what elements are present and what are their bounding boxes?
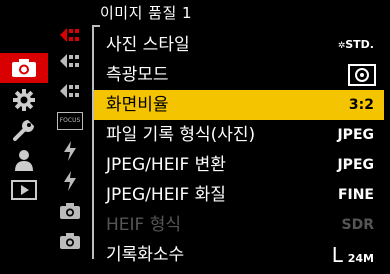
tab-my-menu[interactable] bbox=[0, 145, 48, 175]
main-tab-column bbox=[0, 0, 50, 260]
menu-item-value: JPEG bbox=[337, 127, 374, 143]
camera-small-icon-2 bbox=[60, 233, 80, 249]
menu-item-value: JPEG bbox=[337, 157, 374, 173]
menu-item-photo-style[interactable]: 사진 스타일 ✲STD. bbox=[94, 30, 384, 60]
menu-item-label: JPEG/HEIF 화질 bbox=[106, 185, 226, 205]
sub-tab-camera-2[interactable] bbox=[52, 228, 88, 254]
playback-icon bbox=[11, 180, 37, 200]
menu-item-label: 파일 기록 형식(사진) bbox=[106, 125, 256, 145]
menu-item-value: L 24M bbox=[331, 243, 374, 267]
tab-playback[interactable] bbox=[0, 175, 48, 205]
page-title: 이미지 품질 1 bbox=[100, 4, 193, 22]
menu-item-picture-size[interactable]: 기록화소수 L 24M bbox=[94, 240, 384, 270]
menu-item-label: HEIF 형식 bbox=[106, 215, 182, 235]
menu-item-label: 기록화소수 bbox=[106, 245, 185, 265]
menu-item-value: 3:2 bbox=[348, 97, 374, 113]
image-quality-icon-1 bbox=[60, 28, 79, 42]
menu-item-metering-mode[interactable]: 측광모드 bbox=[94, 60, 384, 90]
tab-photo[interactable] bbox=[0, 53, 48, 83]
sub-tab-image-quality-1[interactable] bbox=[52, 22, 88, 48]
menu-item-label: 화면비율 bbox=[106, 95, 169, 115]
gear-icon bbox=[13, 89, 35, 111]
camera-small-icon-1 bbox=[60, 203, 80, 219]
image-quality-icon-3 bbox=[60, 84, 79, 98]
menu-item-jpeg-heif-quality[interactable]: JPEG/HEIF 화질 FINE bbox=[94, 180, 384, 210]
tab-custom[interactable] bbox=[0, 85, 48, 115]
sub-tab-image-quality-3[interactable] bbox=[52, 78, 88, 104]
menu-item-file-format[interactable]: 파일 기록 형식(사진) JPEG bbox=[94, 120, 384, 150]
menu-item-heif-format: HEIF 형식 SDR bbox=[94, 210, 384, 240]
flash-icon-2 bbox=[64, 171, 76, 191]
sub-tab-focus[interactable]: FOCUS bbox=[52, 108, 88, 134]
camera-menu-screen: FOCUS 이미지 품질 1 사진 스타일 ✲STD. 측광모드 화면비율 3:… bbox=[0, 0, 390, 267]
sub-tab-column: FOCUS bbox=[52, 0, 88, 260]
sub-tab-camera-1[interactable] bbox=[52, 198, 88, 224]
menu-item-jpeg-heif-convert[interactable]: JPEG/HEIF 변환 JPEG bbox=[94, 150, 384, 180]
menu-item-aspect-ratio[interactable]: 화면비율 3:2 bbox=[94, 90, 384, 120]
sub-tab-flash-2[interactable] bbox=[52, 168, 88, 194]
wrench-icon bbox=[13, 120, 34, 141]
menu-item-label: JPEG/HEIF 변환 bbox=[106, 155, 226, 175]
focus-icon: FOCUS bbox=[57, 112, 83, 130]
photo-style-icon: ✲STD. bbox=[337, 38, 374, 51]
sub-tab-flash-1[interactable] bbox=[52, 138, 88, 164]
menu-item-label: 측광모드 bbox=[106, 65, 169, 85]
menu-item-value: FINE bbox=[337, 187, 374, 203]
menu-item-label: 사진 스타일 bbox=[106, 35, 190, 55]
flash-icon-1 bbox=[64, 141, 76, 161]
camera-icon bbox=[12, 59, 36, 77]
tab-setup[interactable] bbox=[0, 115, 48, 145]
image-quality-icon-2 bbox=[60, 54, 79, 68]
sub-tab-image-quality-2[interactable] bbox=[52, 48, 88, 74]
person-icon bbox=[15, 150, 33, 171]
menu-item-value: SDR bbox=[341, 217, 374, 233]
metering-icon bbox=[348, 64, 376, 91]
